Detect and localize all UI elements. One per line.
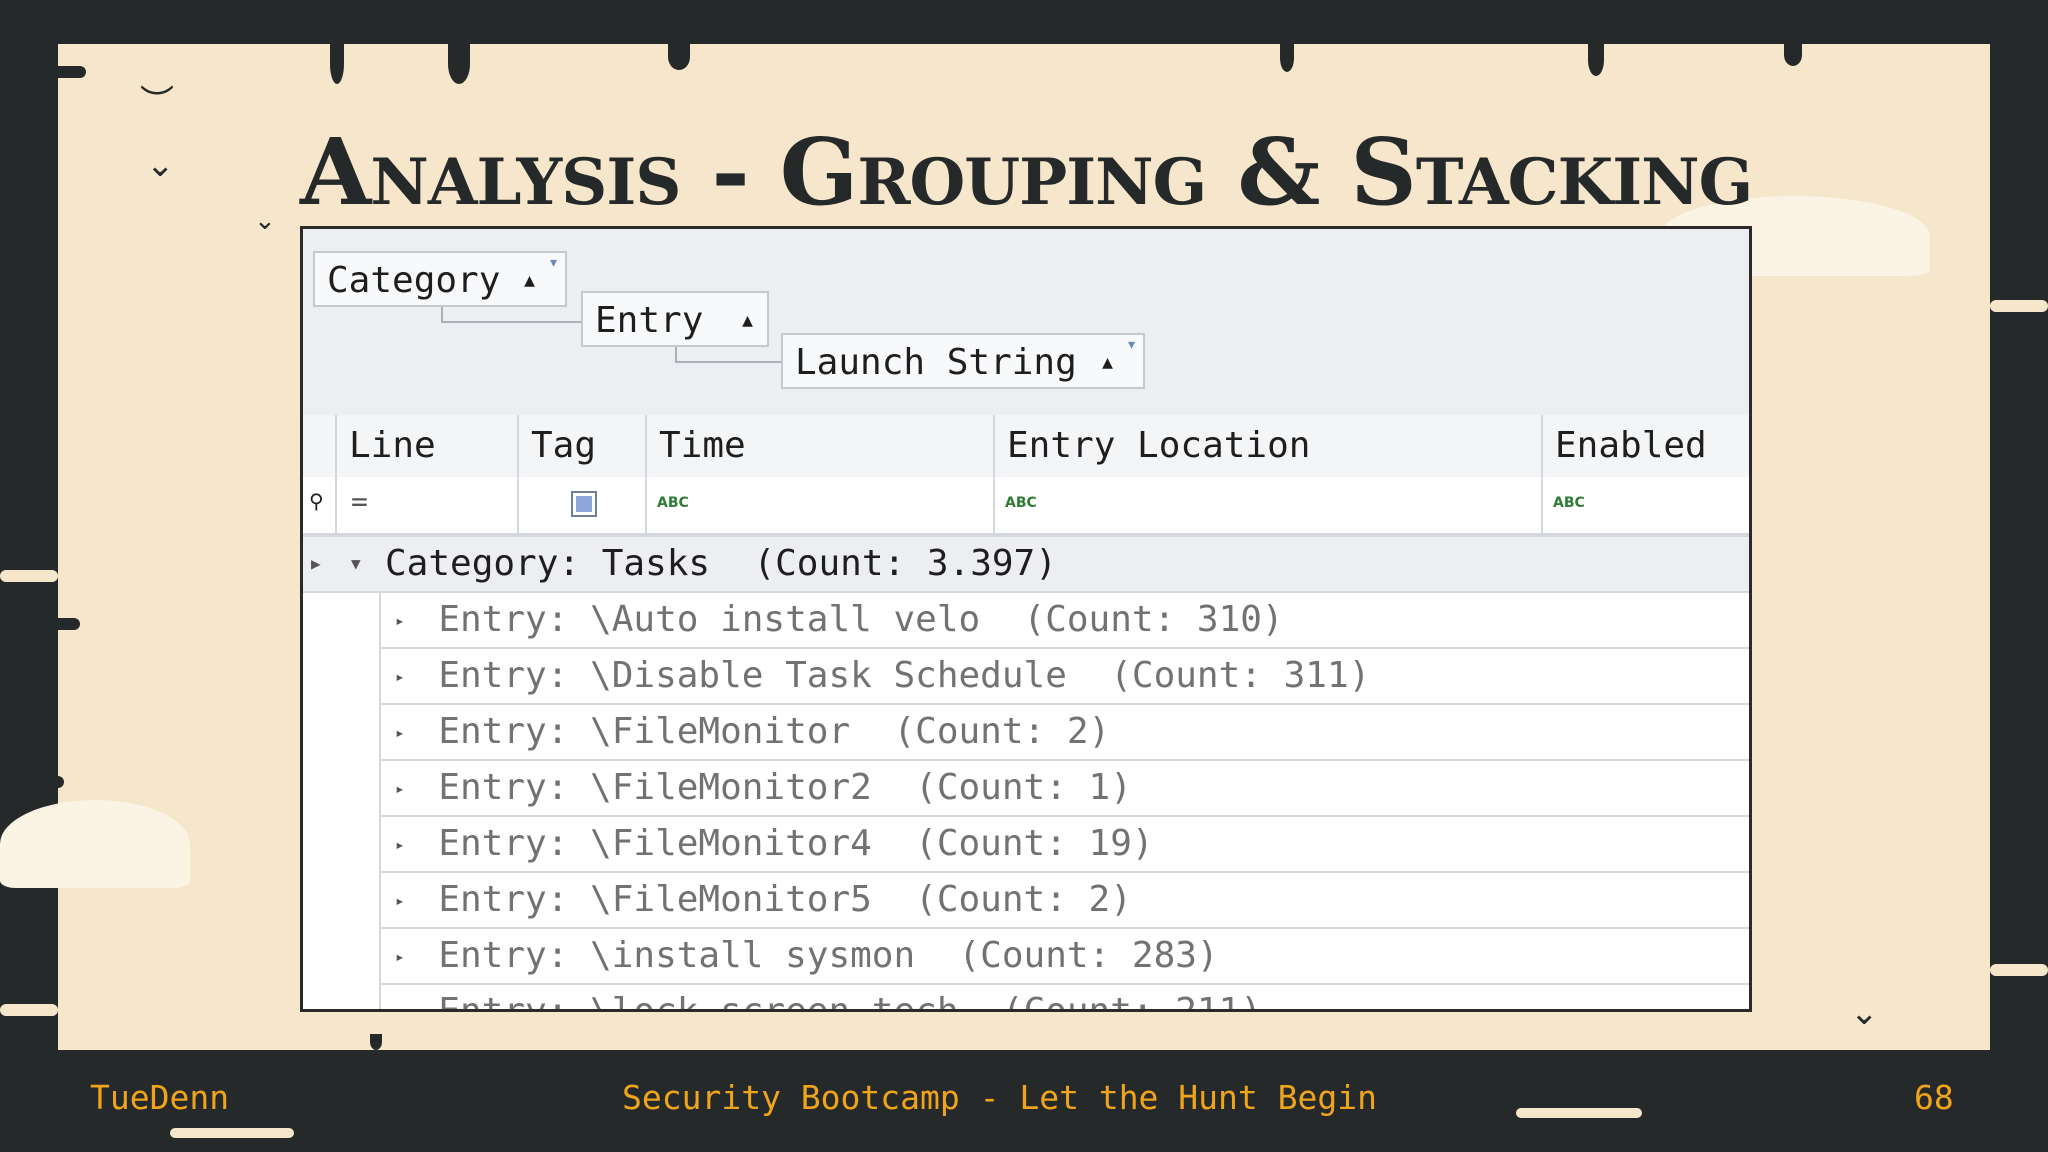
group-row-entry[interactable]: ▸ Entry: \Disable Task Schedule (Count: … [379,649,1749,705]
group-row-label: Entry: \install sysmon (Count: 283) [438,935,1219,976]
sort-ascending-icon[interactable]: ▲ [1102,335,1113,391]
expand-arrow-icon[interactable]: ▸ [395,818,405,872]
footer-event-title: Security Bootcamp - Let the Hunt Begin [622,1078,1377,1117]
sort-ascending-icon[interactable]: ▲ [524,253,535,309]
column-header-enabled[interactable]: Enabled [1541,415,1749,477]
page-number: 68 [1914,1078,1954,1117]
bird-icon: ⌄ [1850,993,1879,1033]
torn-edge [370,1034,382,1050]
group-by-panel: Category ▲ ▾ Entry ▲ Launch String ▲ ▾ [303,229,1749,417]
filter-icon[interactable]: ▾ [1126,317,1137,373]
column-header-time[interactable]: Time [645,415,993,477]
footer-author: TueDenn [90,1078,230,1117]
group-chip-entry[interactable]: Entry ▲ [581,291,769,347]
filter-cell-entry-location[interactable]: ABC [993,477,1543,533]
group-row-label: Entry: \Auto install velo (Count: 310) [438,599,1284,640]
filter-cell-tag[interactable] [517,477,647,533]
filter-cell-line[interactable]: = [335,477,519,533]
text-filter-icon[interactable]: ABC [1005,495,1037,511]
torn-edge [1784,44,1802,66]
torn-edge [0,66,86,78]
text-filter-icon[interactable]: ABC [657,495,689,511]
equals-operator-icon[interactable]: = [351,485,368,518]
group-connector [675,347,783,363]
bird-icon: ︶ [140,83,174,123]
expand-arrow-icon[interactable]: ▸ [395,706,405,760]
group-chip-label: Entry [595,300,704,341]
expand-arrow-icon[interactable]: ▸ [395,650,405,704]
expand-arrow-icon[interactable]: ▸ [395,594,405,648]
group-row-entry[interactable]: ▸ Entry: \FileMonitor2 (Count: 1) [379,761,1749,817]
torn-edge [0,570,58,582]
column-header-row: Line Tag Time Entry Location Enabled [303,415,1749,479]
column-header-entry-location[interactable]: Entry Location [993,415,1541,477]
torn-edge [330,44,344,84]
group-row-entry[interactable]: ▸ Entry: \Auto install velo (Count: 310) [379,593,1749,649]
filter-cell-enabled[interactable]: ABC [1541,477,1749,533]
expand-arrow-icon[interactable]: ▸ [395,986,405,1009]
cloud-decoration [0,800,190,888]
group-row-label: Entry: \FileMonitor (Count: 2) [438,711,1111,752]
column-header-line[interactable]: Line [335,415,517,477]
torn-edge [0,776,64,788]
group-chip-launch-string[interactable]: Launch String ▲ ▾ [781,333,1145,389]
expand-arrow-icon[interactable]: ▸ [395,930,405,984]
torn-edge [1990,964,2048,976]
group-chip-label: Category [327,260,501,301]
torn-edge [1588,44,1604,76]
torn-edge [668,44,690,70]
group-chip-category[interactable]: Category ▲ ▾ [313,251,567,307]
indent-gutter [335,593,381,1009]
torn-edge [0,618,80,630]
torn-edge [170,1128,294,1138]
group-row-label: Entry: \FileMonitor4 (Count: 19) [438,823,1154,864]
group-row-category[interactable]: ▶ ▼ Category: Tasks (Count: 3.397) [303,537,1749,593]
group-row-label: Category: Tasks (Count: 3.397) [385,543,1057,584]
torn-edge [1280,44,1294,72]
bird-icon: ⌄ [254,206,276,236]
group-row-entry[interactable]: ▸ Entry: \FileMonitor4 (Count: 19) [379,817,1749,873]
torn-edge [448,44,470,84]
slide-title: Analysis - Grouping & Stacking [300,118,1753,226]
expand-arrow-icon[interactable]: ▸ [395,874,405,928]
group-chip-label: Launch String [795,342,1077,383]
text-filter-icon[interactable]: ABC [1553,495,1585,511]
filter-cell-time[interactable]: ABC [645,477,995,533]
bird-icon: ⌄ [146,145,175,185]
collapse-arrow-icon[interactable]: ▼ [351,537,361,591]
torn-edge [1516,1108,1642,1118]
column-header-tag[interactable]: Tag [517,415,645,477]
group-row-entry[interactable]: ▸ Entry: \FileMonitor (Count: 2) [379,705,1749,761]
sort-ascending-icon[interactable]: ▲ [742,293,753,349]
group-row-entry[interactable]: ▸ Entry: \lock screen tech (Count: 211) [379,985,1749,1012]
torn-edge [1990,300,2048,312]
torn-edge [0,1004,58,1016]
filter-row: ⚲ = ABC ABC ABC [303,477,1749,537]
group-row-entry[interactable]: ▸ Entry: \install sysmon (Count: 283) [379,929,1749,985]
group-row-label: Entry: \FileMonitor5 (Count: 2) [438,879,1132,920]
grouped-data-grid: Category ▲ ▾ Entry ▲ Launch String ▲ ▾ L… [300,226,1752,1012]
current-row-indicator-icon: ▶ [311,554,321,573]
pin-icon: ⚲ [309,489,324,513]
group-row-label: Entry: \lock screen tech (Count: 211) [438,991,1262,1012]
group-row-label: Entry: \Disable Task Schedule (Count: 31… [438,655,1371,696]
row-indicator-column [303,537,337,1009]
group-row-entry[interactable]: ▸ Entry: \FileMonitor5 (Count: 2) [379,873,1749,929]
group-connector [441,307,583,323]
filter-icon[interactable]: ▾ [548,235,559,291]
checkbox-icon[interactable] [571,491,597,517]
expand-arrow-icon[interactable]: ▸ [395,762,405,816]
group-row-label: Entry: \FileMonitor2 (Count: 1) [438,767,1132,808]
